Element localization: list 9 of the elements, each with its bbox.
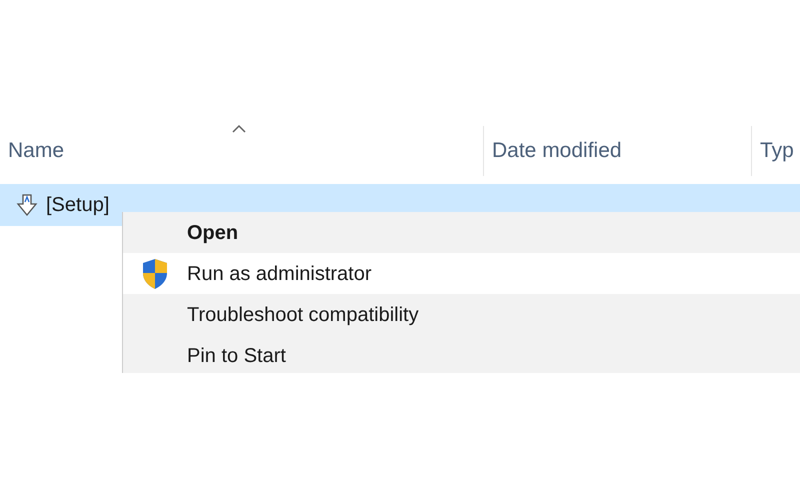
menu-item[interactable]: Run as administrator	[123, 253, 800, 294]
shield-icon	[141, 258, 169, 290]
column-header[interactable]: Typ	[760, 135, 794, 167]
menu-item[interactable]: Pin to Start	[123, 335, 800, 376]
column-header[interactable]: Date modified	[492, 135, 622, 167]
column-header[interactable]: Name	[8, 135, 64, 167]
file-name: [Setup]	[46, 193, 110, 218]
installer-icon	[16, 193, 38, 217]
menu-item[interactable]: Troubleshoot compatibility	[123, 294, 800, 335]
